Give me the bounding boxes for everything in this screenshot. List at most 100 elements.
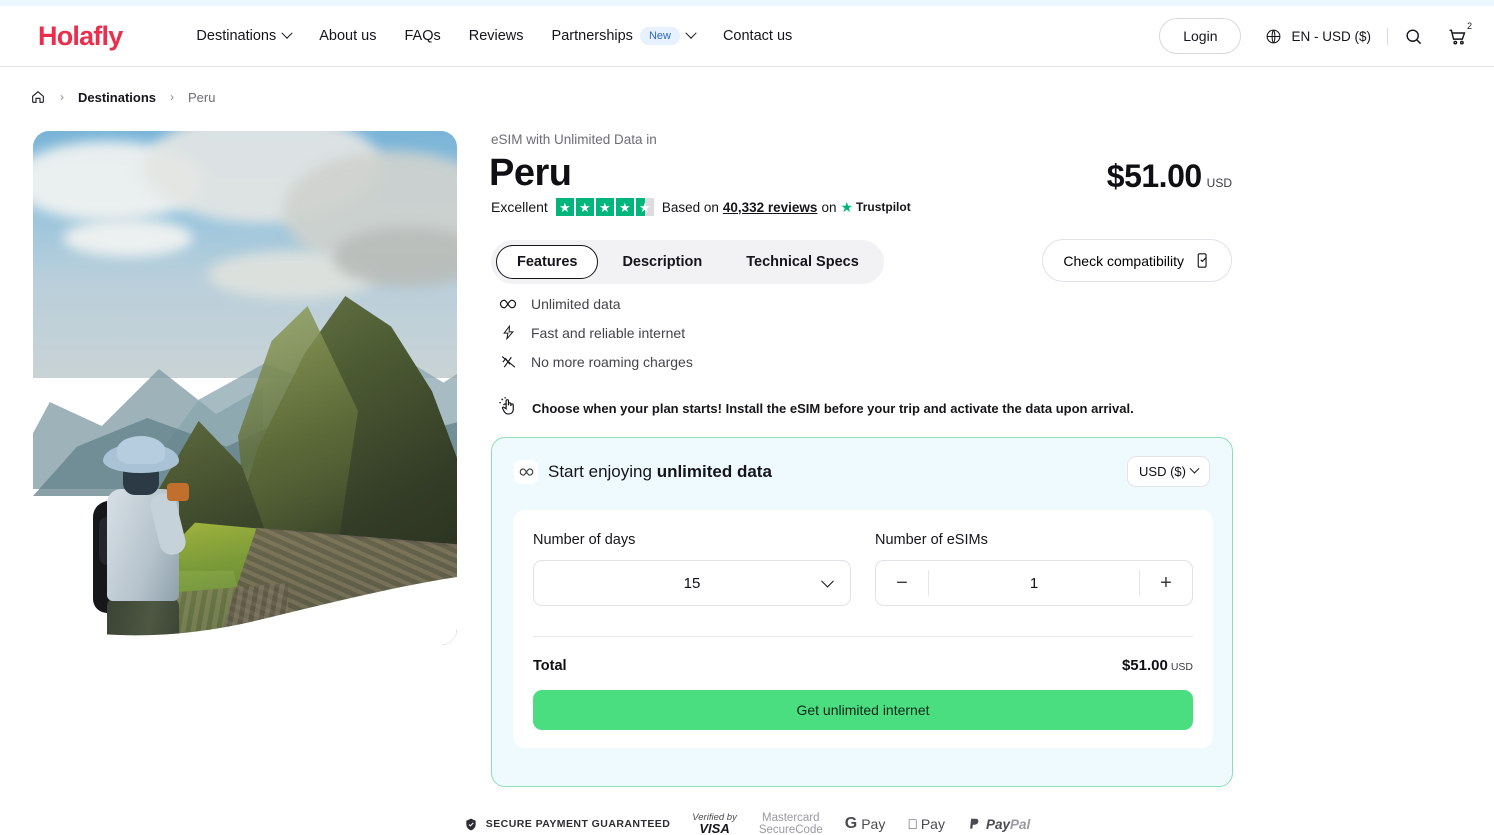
purchase-title-lead: Start enjoying [548, 461, 657, 481]
reviews-count-link[interactable]: 40,332 reviews [723, 200, 818, 215]
trustpilot-rating: Excellent ★ ★ ★ ★ ★ Based on 40,332 revi… [491, 198, 911, 216]
tab-description[interactable]: Description [602, 246, 722, 278]
page-title: Peru [489, 152, 572, 194]
nav-label: Reviews [468, 28, 524, 44]
purchase-title-bold: unlimited data [656, 461, 772, 481]
nav-item-faqs[interactable]: FAQs [390, 28, 454, 44]
check-compatibility-label: Check compatibility [1063, 252, 1184, 269]
purchase-card-header: Start enjoying unlimited data USD ($) [492, 438, 1232, 487]
esims-stepper: − 1 + [875, 560, 1193, 606]
search-icon [1406, 28, 1422, 44]
total-value: $51.00 [1121, 657, 1168, 674]
star-icon: ★ [595, 198, 614, 216]
purchase-card-title: Start enjoying unlimited data [548, 462, 772, 482]
login-button[interactable]: Login [1159, 18, 1242, 54]
esims-decrement-button[interactable]: − [876, 561, 928, 605]
feature-item: No more roaming charges [499, 353, 693, 370]
breadcrumb-item-destinations[interactable]: Destinations [78, 90, 156, 105]
reviews-on-label: on [821, 199, 837, 215]
product-eyebrow: eSIM with Unlimited Data in [491, 132, 657, 147]
esims-quantity-value: 1 [1029, 574, 1039, 592]
breadcrumb-separator: › [170, 90, 175, 104]
site-header: Holafly Destinations About us FAQs Revie… [0, 6, 1494, 67]
securecode-wordmark: SecureCode [758, 824, 823, 835]
nav-item-destinations[interactable]: Destinations [182, 27, 305, 44]
phone-check-icon [1197, 253, 1207, 268]
holafly-logo[interactable]: Holafly [38, 21, 123, 52]
esims-field-label: Number of eSIMs [875, 532, 988, 548]
nav-item-about-us[interactable]: About us [305, 28, 390, 44]
bolt-icon [499, 324, 517, 341]
nav-item-partnerships[interactable]: Partnerships New [538, 27, 709, 45]
infinity-icon [499, 298, 517, 310]
globe-icon [1267, 29, 1281, 43]
paypal-pal-text: Pal [1004, 816, 1030, 832]
camera [167, 483, 189, 501]
breadcrumb-item-peru: Peru [188, 89, 216, 105]
nav-label: Contact us [722, 28, 793, 44]
feature-label: Fast and reliable internet [531, 324, 686, 341]
locale-label: EN - USD ($) [1291, 28, 1371, 44]
nav-label: About us [319, 28, 377, 44]
total-divider [533, 636, 1193, 637]
days-select[interactable]: 15 [533, 560, 851, 606]
cart-count-badge: 2 [1466, 20, 1472, 31]
google-pay-logo: G Pay [845, 815, 886, 833]
product-tabs: Features Description Technical Specs [491, 240, 884, 284]
currency-selector-label: USD ($) [1139, 464, 1186, 479]
mastercard-securecode-logo: Mastercard SecureCode [759, 812, 823, 835]
purchase-card: Start enjoying unlimited data USD ($) Nu… [491, 437, 1233, 787]
days-field-label: Number of days [533, 532, 636, 548]
price-amount: $51.00 [1106, 158, 1202, 194]
total-currency: USD [1170, 661, 1193, 673]
visa-wordmark: VISA [699, 821, 730, 835]
star-rating: ★ ★ ★ ★ ★ [555, 198, 654, 216]
esims-field: Number of eSIMs − 1 + [875, 532, 1193, 606]
shield-check-icon [466, 818, 476, 830]
star-icon: ★ [615, 198, 634, 216]
cart-button[interactable]: 2 [1447, 21, 1472, 47]
home-icon[interactable] [30, 89, 46, 105]
days-select-value: 15 [683, 574, 701, 592]
cart-icon [1449, 29, 1466, 45]
breadcrumb-separator: › [60, 90, 64, 104]
nav-label: Partnerships [551, 28, 633, 44]
chevron-down-icon [821, 574, 834, 588]
paypal-pay-text: Pay [980, 816, 1010, 832]
secure-payment-label: SECURE PAYMENT GUARANTEED [485, 818, 671, 831]
locale-selector[interactable]: EN - USD ($) [1265, 28, 1371, 45]
trustpilot-brand[interactable]: ★ Trustpilot [840, 199, 910, 216]
apple-pay-label: Pay [915, 816, 945, 833]
tab-features[interactable]: Features [496, 245, 599, 279]
nav-item-reviews[interactable]: Reviews [455, 28, 538, 44]
google-pay-label: Pay [861, 816, 886, 833]
google-g-icon: G [844, 815, 858, 833]
check-compatibility-button[interactable]: Check compatibility [1042, 239, 1232, 282]
product-price: $51.00 USD [1107, 158, 1232, 195]
feature-item: Unlimited data [499, 296, 693, 312]
main-nav: Destinations About us FAQs Reviews Partn… [182, 27, 806, 45]
currency-selector[interactable]: USD ($) [1127, 456, 1210, 487]
new-badge: New [639, 27, 680, 45]
esims-increment-button[interactable]: + [1140, 561, 1192, 605]
paypal-wordmark: PayPal [986, 817, 1030, 832]
chevron-down-icon [685, 27, 697, 39]
no-roaming-icon [499, 353, 517, 370]
search-button[interactable] [1404, 27, 1423, 46]
price-currency: USD [1206, 176, 1232, 190]
feature-list: Unlimited data Fast and reliable interne… [499, 296, 693, 370]
days-field: Number of days 15 [533, 532, 851, 606]
tap-hand-icon [499, 396, 518, 421]
bucket-hat-crown [117, 436, 165, 464]
nav-item-contact-us[interactable]: Contact us [709, 28, 806, 44]
hero-image [33, 131, 457, 645]
feature-label: Unlimited data [531, 296, 621, 312]
tab-technical-specs[interactable]: Technical Specs [726, 246, 879, 278]
star-icon: ★ [555, 198, 574, 216]
nav-label: Destinations [196, 28, 277, 44]
payment-methods: SECURE PAYMENT GUARANTEED Verified by VI… [0, 812, 1494, 835]
get-unlimited-internet-button[interactable]: Get unlimited internet [533, 690, 1193, 730]
feature-item: Fast and reliable internet [499, 324, 693, 341]
star-half-icon: ★ [635, 198, 654, 216]
star-icon: ★ [575, 198, 594, 216]
